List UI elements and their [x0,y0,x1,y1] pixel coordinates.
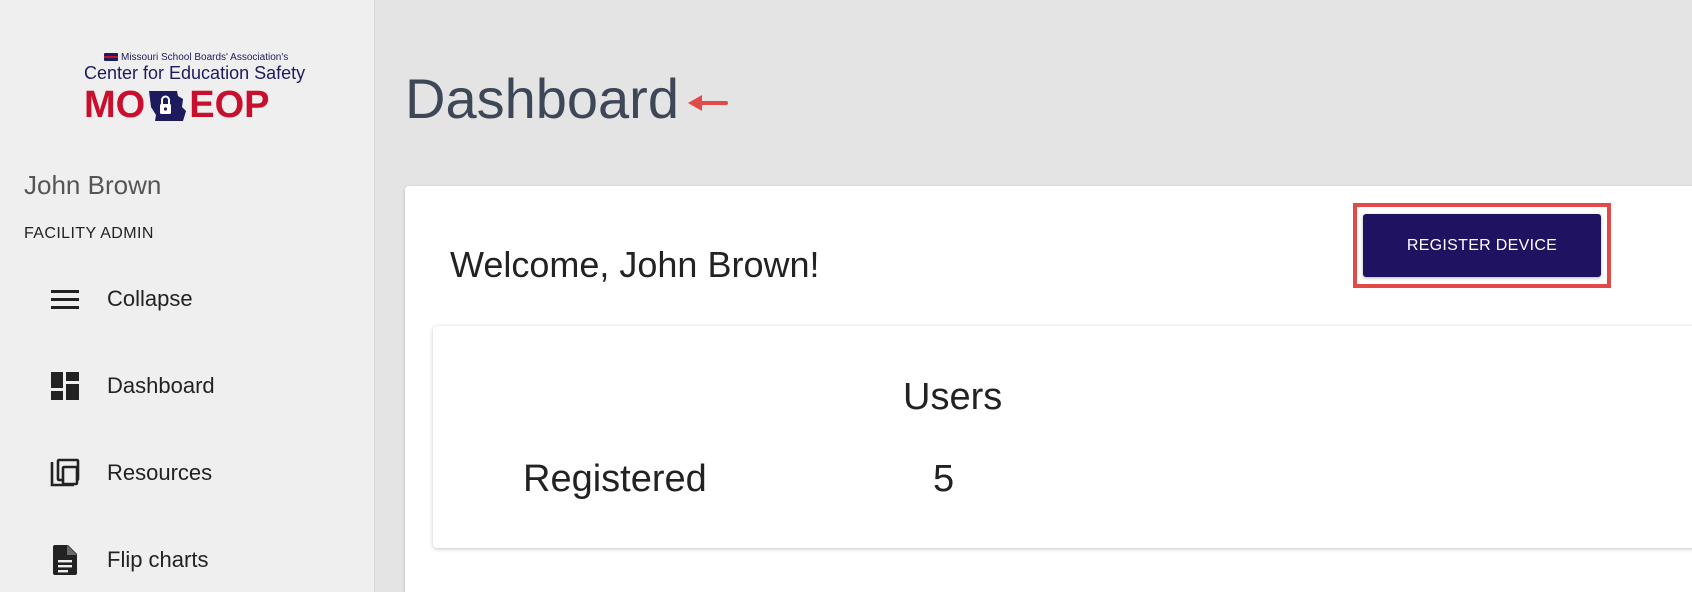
logo-brand-right: EOP [189,84,270,126]
sidebar-item-label: Flip charts [107,547,209,572]
moeop-logo[interactable]: Missouri School Boards' Association's Ce… [84,50,312,126]
sidebar-item-collapse[interactable]: Collapse [0,267,375,331]
menu-icon [49,283,81,315]
sidebar-item-resources[interactable]: Resources [0,441,375,505]
welcome-card: Welcome, John Brown! REGISTER DEVICE Use… [405,186,1692,592]
logo-org-line: Missouri School Boards' Association's [104,50,288,64]
msba-flag-icon [104,53,118,61]
left-arrow-icon [686,92,728,119]
sidebar-item-label: Resources [107,460,213,485]
logo-brand-left: MO [84,84,146,126]
stats-column-header: Users [903,376,1003,418]
dashboard-icon [49,370,81,402]
library-icon [49,457,81,489]
sidebar-item-dashboard[interactable]: Dashboard [0,354,375,418]
logo-center-line: Center for Education Safety [84,63,306,83]
user-name: John Brown [24,170,162,200]
missouri-lock-icon [147,87,187,123]
logo-org-text: Missouri School Boards' Association's [121,51,289,63]
stats-row-label: Registered [523,458,707,500]
sidebar: Missouri School Boards' Association's Ce… [0,0,375,592]
welcome-message: Welcome, John Brown! [450,244,820,285]
app-root: Missouri School Boards' Association's Ce… [0,0,1692,592]
sidebar-item-label: Collapse [107,286,193,311]
user-stats-card: Users Registered 5 [433,326,1692,548]
register-device-button[interactable]: REGISTER DEVICE [1363,214,1601,277]
sidebar-item-flip-charts[interactable]: Flip charts [0,528,375,592]
sidebar-item-label: Dashboard [107,373,215,398]
page-title: Dashboard [405,67,679,130]
registered-users-count: 5 [933,458,955,500]
logo-brand: MO EOP [84,86,269,124]
document-icon [49,544,81,576]
user-role: FACILITY ADMIN [24,225,154,242]
